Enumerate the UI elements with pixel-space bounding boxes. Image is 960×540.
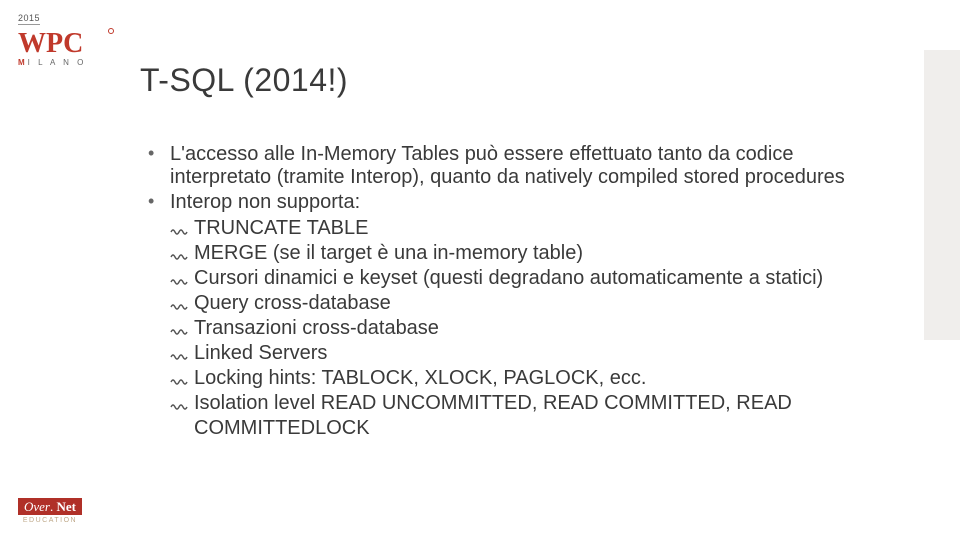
slide-title: T-SQL (2014!): [140, 62, 900, 99]
sub-item-1-label: TRUNCATE TABLE: [194, 217, 368, 239]
footer-brand-dot: .: [50, 499, 53, 514]
sub-item-4: Query cross-database: [170, 291, 900, 316]
sub-list: TRUNCATE TABLE MERGE (se il target è una…: [170, 216, 900, 441]
sub-item-1: TRUNCATE TABLE: [170, 216, 900, 241]
sub-item-5: Transazioni cross-database: [170, 316, 900, 341]
sub-item-7-label: Locking hints: TABLOCK, XLOCK, PAGLOCK, …: [194, 367, 646, 389]
bullet-item-2: Interop non supporta: TRUNCATE TABLE MER…: [140, 191, 900, 441]
sub-item-8-label: Isolation level READ UNCOMMITTED, READ C…: [194, 392, 792, 439]
sub-item-6: Linked Servers: [170, 341, 900, 366]
wave-icon: [170, 219, 188, 235]
logo-sub-accent: M: [18, 58, 28, 67]
sub-item-2: MERGE (se il target è una in-memory tabl…: [170, 241, 900, 266]
wave-icon: [170, 269, 188, 285]
bullet-list: L'accesso alle In-Memory Tables può esse…: [140, 143, 900, 441]
sub-item-2-label: MERGE (se il target è una in-memory tabl…: [194, 242, 583, 264]
wave-icon: [170, 319, 188, 335]
sub-item-8: Isolation level READ UNCOMMITTED, READ C…: [170, 391, 900, 441]
footer-logo: Over. Net EDUCATION: [18, 498, 82, 524]
logo-sub-rest: I L A N O: [28, 58, 87, 67]
wave-icon: [170, 369, 188, 385]
header-logo: 2015 WPC MI L A N O: [18, 8, 108, 67]
wave-icon: [170, 244, 188, 260]
footer-brand-thin: Over: [24, 499, 50, 514]
logo-brand: WPC: [18, 31, 108, 56]
sub-item-3-label: Cursori dinamici e keyset (questi degrad…: [194, 267, 823, 289]
wave-icon: [170, 394, 188, 410]
sub-item-3: Cursori dinamici e keyset (questi degrad…: [170, 266, 900, 291]
logo-year: 2015: [18, 13, 40, 25]
slide-content: T-SQL (2014!) L'accesso alle In-Memory T…: [140, 62, 900, 443]
footer-brand-bold: Net: [57, 499, 77, 514]
footer-subtitle: EDUCATION: [18, 517, 82, 524]
logo-subtitle: MI L A N O: [18, 58, 108, 67]
bullet-item-2-label: Interop non supporta:: [170, 191, 360, 213]
sub-item-4-label: Query cross-database: [194, 292, 391, 314]
footer-brand: Over. Net: [18, 498, 82, 515]
sub-item-5-label: Transazioni cross-database: [194, 317, 439, 339]
sub-item-7: Locking hints: TABLOCK, XLOCK, PAGLOCK, …: [170, 366, 900, 391]
bullet-item-1: L'accesso alle In-Memory Tables può esse…: [140, 143, 900, 189]
decorative-strip: [924, 50, 960, 340]
sub-item-6-label: Linked Servers: [194, 342, 327, 364]
wave-icon: [170, 344, 188, 360]
wave-icon: [170, 294, 188, 310]
